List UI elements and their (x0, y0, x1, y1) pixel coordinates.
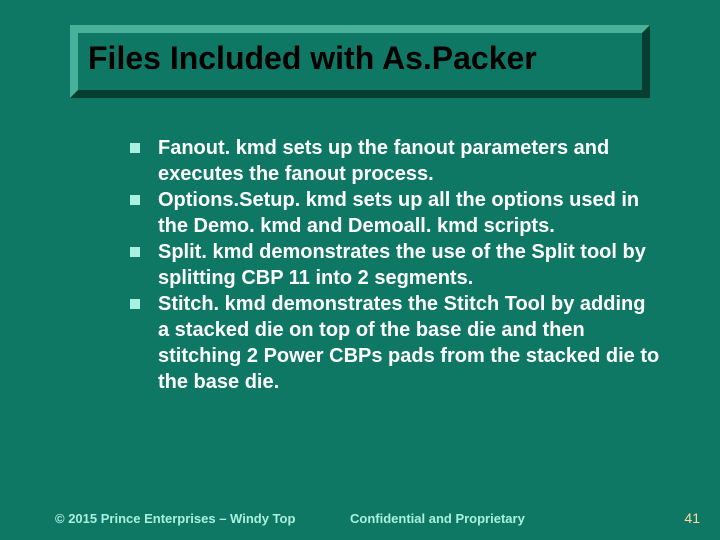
bullet-text: Stitch. kmd demonstrates the Stitch Tool… (158, 293, 659, 393)
square-bullet-icon (130, 247, 140, 257)
page-number: 41 (684, 510, 700, 526)
square-bullet-icon (130, 299, 140, 309)
bullet-text: Split. kmd demonstrates the use of the S… (158, 241, 646, 289)
slide-title: Files Included with As.Packer (88, 41, 632, 76)
footer-confidential: Confidential and Proprietary (350, 511, 525, 526)
bullet-list: Fanout. kmd sets up the fanout parameter… (130, 135, 660, 395)
list-item: Options.Setup. kmd sets up all the optio… (130, 187, 660, 239)
bullet-text: Options.Setup. kmd sets up all the optio… (158, 189, 639, 237)
bullet-text: Fanout. kmd sets up the fanout parameter… (158, 137, 609, 185)
list-item: Fanout. kmd sets up the fanout parameter… (130, 135, 660, 187)
footer-copyright: © 2015 Prince Enterprises – Windy Top (55, 511, 295, 526)
content-area: Fanout. kmd sets up the fanout parameter… (130, 135, 660, 395)
title-box: Files Included with As.Packer (70, 25, 650, 98)
square-bullet-icon (130, 143, 140, 153)
list-item: Stitch. kmd demonstrates the Stitch Tool… (130, 291, 660, 395)
list-item: Split. kmd demonstrates the use of the S… (130, 239, 660, 291)
square-bullet-icon (130, 195, 140, 205)
